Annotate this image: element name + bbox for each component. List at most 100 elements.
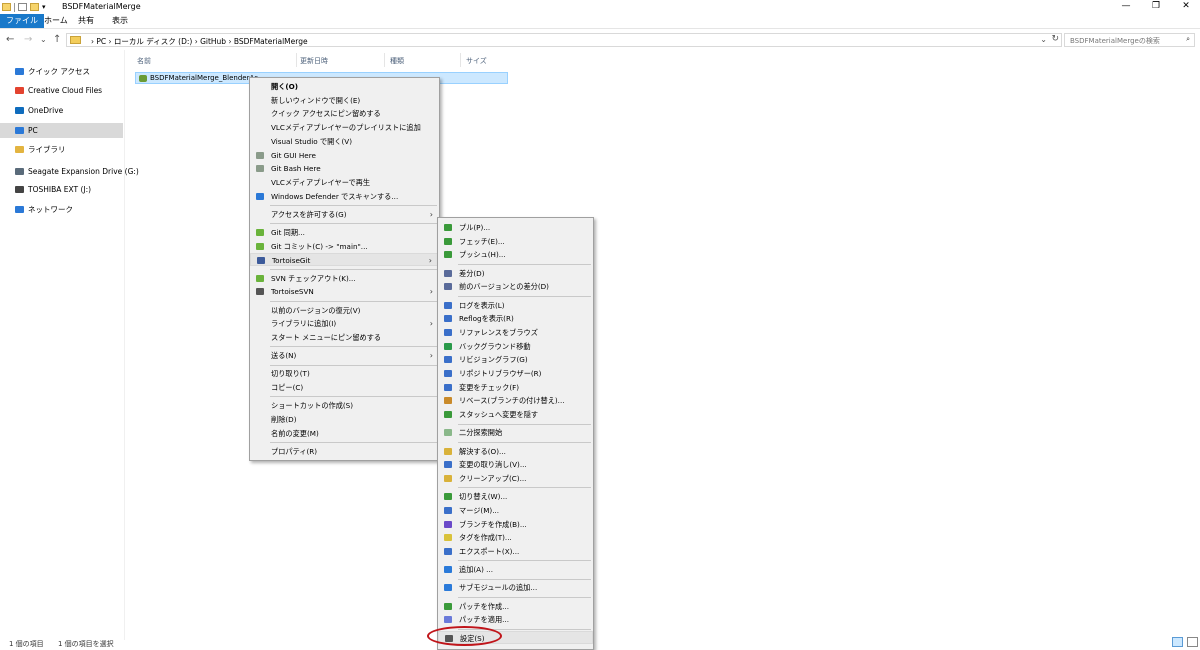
menu-item[interactable]: 追加(A) ... [438, 563, 593, 576]
menu-item[interactable]: タグを作成(T)... [438, 531, 593, 544]
menu-item[interactable]: 解決する(O)... [438, 445, 593, 458]
menu-item-label: 追加(A) ... [459, 565, 494, 575]
menu-item[interactable]: アクセスを許可する(G) › [250, 208, 439, 221]
new-folder-icon[interactable] [30, 3, 39, 11]
menu-item[interactable]: SVN チェックアウト(K)... [250, 272, 439, 285]
menu-item[interactable]: Reflogを表示(R) [438, 312, 593, 325]
menu-item[interactable]: 削除(D) [250, 413, 439, 426]
sidebar-item[interactable]: OneDrive [0, 103, 123, 118]
menu-item[interactable]: バックグラウンド移動 [438, 340, 593, 353]
menu-item[interactable]: プル(P)... [438, 221, 593, 234]
menu-item[interactable]: リポジトリブラウザー(R) [438, 367, 593, 380]
log-icon [444, 301, 452, 309]
breadcrumb[interactable]: › PC › ローカル ディスク (D:) › GitHub › BSDFMat… [91, 36, 308, 47]
menu-item[interactable]: ログを表示(L) [438, 299, 593, 312]
menu-item[interactable]: ショートカットの作成(S) [250, 399, 439, 412]
menu-item[interactable]: 開く(O) [250, 80, 439, 93]
sidebar-item-label: Seagate Expansion Drive (G:) [28, 167, 139, 176]
address-dropdown-icon[interactable]: ⌄ [1040, 35, 1047, 44]
refresh-button[interactable]: ↻ [1051, 34, 1059, 44]
menu-item[interactable]: パッチを適用... [438, 613, 593, 626]
menu-item[interactable]: リベース(ブランチの付け替え)... [438, 394, 593, 407]
menu-item[interactable]: マージ(M)... [438, 504, 593, 517]
tab-view[interactable]: 表示 [106, 14, 134, 28]
column-header-type[interactable]: 種類 [390, 56, 404, 66]
tag-icon [444, 534, 452, 542]
menu-item[interactable]: Git 同期... [250, 226, 439, 239]
sidebar-item[interactable]: Creative Cloud Files [0, 83, 123, 98]
address-bar[interactable]: › PC › ローカル ディスク (D:) › GitHub › BSDFMat… [66, 33, 1062, 47]
menu-item[interactable]: Git GUI Here [250, 149, 439, 162]
menu-item[interactable]: プッシュ(H)... [438, 248, 593, 261]
details-view-icon[interactable] [1172, 637, 1183, 647]
minimize-button[interactable]: — [1112, 0, 1140, 14]
switch-icon [444, 493, 452, 501]
menu-item[interactable]: 送る(N) › [250, 349, 439, 362]
menu-separator [458, 596, 591, 598]
cloud-icon [15, 107, 24, 114]
sidebar-item[interactable]: ライブラリ [0, 142, 123, 157]
column-header-modified[interactable]: 更新日時 [300, 56, 328, 66]
menu-item-label: プッシュ(H)... [459, 250, 506, 260]
menu-item[interactable]: VLCメディアプレイヤーのプレイリストに追加 [250, 121, 439, 134]
column-divider[interactable] [384, 53, 385, 67]
maximize-button[interactable]: ❐ [1142, 0, 1170, 14]
sidebar-item[interactable]: Seagate Expansion Drive (G:) [0, 164, 139, 179]
menu-item[interactable]: 切り替え(W)... [438, 490, 593, 503]
menu-item[interactable]: エクスポート(X)... [438, 545, 593, 558]
sidebar-item[interactable]: PC [0, 123, 123, 138]
menu-item[interactable]: コピー(C) [250, 381, 439, 394]
menu-item-label: 解決する(O)... [459, 446, 506, 456]
menu-item[interactable]: 新しいウィンドウで開く(E) [250, 94, 439, 107]
sidebar-item[interactable]: TOSHIBA EXT (J:) [0, 182, 123, 197]
menu-item[interactable]: パッチを作成... [438, 600, 593, 613]
menu-item[interactable]: リファレンスをブラウズ [438, 326, 593, 339]
menu-item[interactable]: 切り取り(T) [250, 367, 439, 380]
menu-item[interactable]: サブモジュールの追加... [438, 581, 593, 594]
menu-item[interactable]: 以前のバージョンの復元(V) [250, 304, 439, 317]
menu-item[interactable]: Git Bash Here [250, 162, 439, 175]
menu-separator [270, 396, 437, 398]
tab-home[interactable]: ホーム [38, 14, 74, 28]
menu-item[interactable]: 前のバージョンとの差分(D) [438, 280, 593, 293]
menu-item[interactable]: TortoiseSVN › [250, 285, 439, 298]
forward-button[interactable]: → [24, 34, 32, 46]
menu-item[interactable]: 変更をチェック(F) [438, 381, 593, 394]
close-button[interactable]: ✕ [1172, 0, 1200, 14]
menu-item[interactable]: プロパティ(R) [250, 445, 439, 458]
menu-item[interactable]: ブランチを作成(B)... [438, 518, 593, 531]
menu-item[interactable]: TortoiseGit › [250, 253, 439, 267]
menu-item[interactable]: リビジョングラフ(G) [438, 353, 593, 366]
menu-item-label: ショートカットの作成(S) [271, 401, 354, 411]
column-header-name[interactable]: 名前 [137, 56, 151, 66]
menu-item[interactable]: スタート メニューにピン留めする [250, 331, 439, 344]
column-header-size[interactable]: サイズ [466, 56, 487, 66]
git-commit-icon [256, 242, 264, 250]
menu-item[interactable]: Visual Studio で開く(V) [250, 135, 439, 148]
menu-item[interactable]: VLCメディアプレイヤーで再生 [250, 176, 439, 189]
back-button[interactable]: ← [6, 34, 14, 46]
menu-item[interactable]: Git コミット(C) -> "main"... [250, 240, 439, 253]
menu-item[interactable]: クリーンアップ(C)... [438, 472, 593, 485]
menu-item[interactable]: 名前の変更(M) [250, 427, 439, 440]
menu-item[interactable]: クイック アクセスにピン留めする [250, 107, 439, 120]
large-icons-view-icon[interactable] [1187, 637, 1199, 647]
up-button[interactable]: ↑ [53, 34, 61, 46]
column-divider[interactable] [460, 53, 461, 67]
menu-item[interactable]: ライブラリに追加(I) › [250, 317, 439, 330]
menu-item[interactable]: スタッシュへ変更を隠す [438, 408, 593, 421]
column-divider[interactable] [296, 53, 297, 67]
menu-item[interactable]: Windows Defender でスキャンする... [250, 190, 439, 203]
search-input[interactable]: BSDFMaterialMergeの検索 ⌕ [1064, 33, 1195, 47]
recent-locations-button[interactable]: ⌄ [40, 34, 47, 46]
menu-item[interactable]: 二分探索開始 [438, 426, 593, 439]
customize-toolbar-icon[interactable]: ▾ [42, 3, 46, 11]
menu-item[interactable]: 差分(D) [438, 267, 593, 280]
sidebar-item[interactable]: クイック アクセス [0, 64, 123, 79]
menu-item[interactable]: フェッチ(E)... [438, 235, 593, 248]
sidebar-item[interactable]: ネットワーク [0, 202, 123, 217]
menu-item-label: ライブラリに追加(I) [271, 319, 337, 329]
properties-icon[interactable] [18, 3, 27, 11]
tab-share[interactable]: 共有 [72, 14, 100, 28]
menu-item[interactable]: 変更の取り消し(V)... [438, 458, 593, 471]
